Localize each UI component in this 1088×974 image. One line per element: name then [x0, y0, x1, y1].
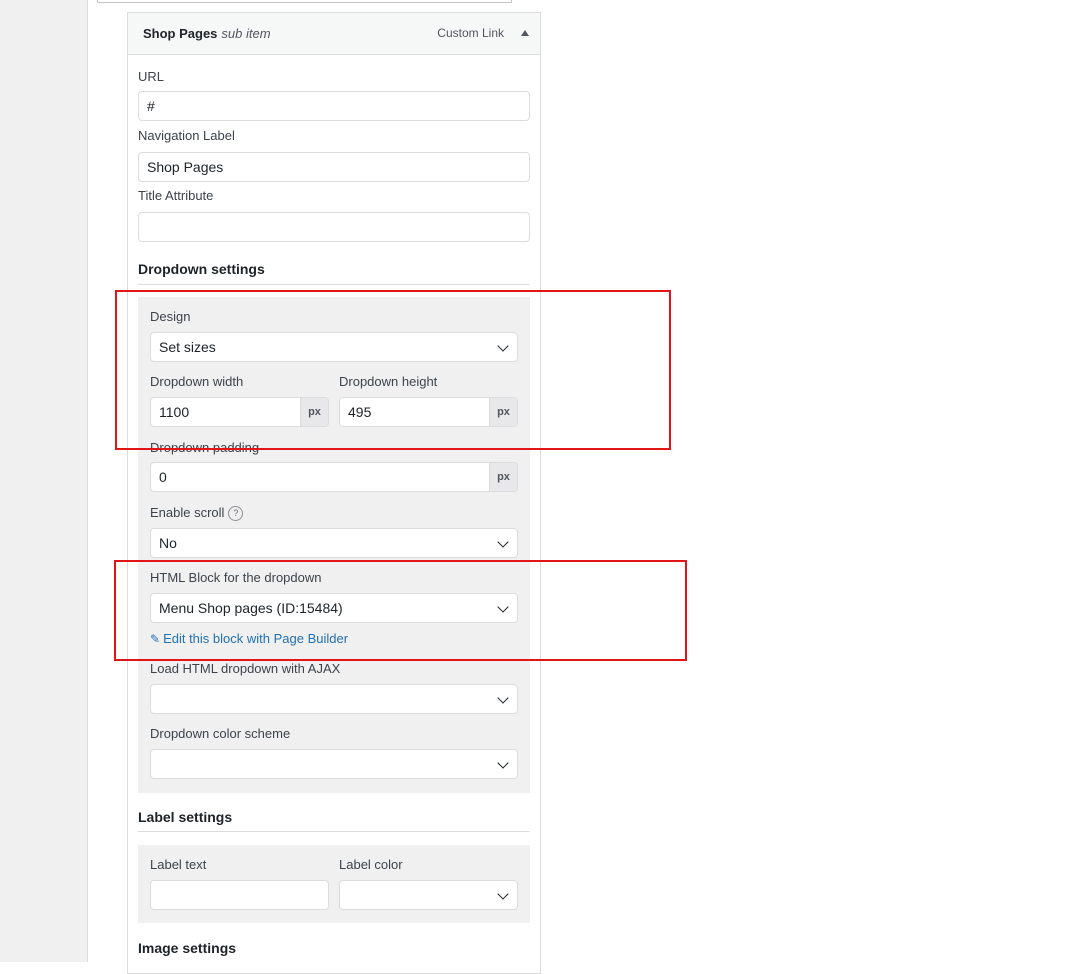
collapse-arrow-icon[interactable] — [521, 30, 529, 36]
design-select-value: Set sizes — [159, 339, 216, 355]
pencil-icon: ✎ — [150, 632, 161, 646]
dropdown-height-input[interactable]: 495 px — [339, 397, 518, 427]
color-scheme-select[interactable] — [150, 749, 518, 779]
nav-label-input[interactable]: Shop Pages — [138, 152, 530, 182]
label-color-select[interactable] — [339, 880, 518, 910]
ajax-label: Load HTML dropdown with AJAX — [150, 661, 341, 676]
menu-item-subtitle: sub item — [221, 26, 271, 41]
chevron-down-icon — [497, 601, 509, 613]
color-scheme-label: Dropdown color scheme — [150, 726, 291, 741]
dropdown-width-label: Dropdown width — [150, 374, 244, 389]
enable-scroll-label-text: Enable scroll — [150, 505, 225, 520]
url-input[interactable]: # — [138, 91, 530, 121]
chevron-down-icon — [497, 757, 509, 769]
help-icon[interactable]: ? — [228, 506, 244, 522]
section-divider — [138, 284, 530, 285]
edit-block-link[interactable]: ✎ Edit this block with Page Builder — [150, 631, 348, 646]
design-label: Design — [150, 309, 191, 324]
url-label: URL — [138, 69, 165, 84]
menu-item-header[interactable]: Shop Pages sub item Custom Link — [128, 13, 540, 55]
menu-item-title: Shop Pages sub item — [143, 26, 271, 41]
chevron-down-icon — [497, 536, 509, 548]
label-text-input[interactable] — [150, 880, 329, 910]
image-settings-heading: Image settings — [138, 940, 237, 956]
dropdown-width-value: 1100 — [159, 404, 190, 420]
enable-scroll-label: Enable scroll? — [150, 505, 244, 522]
enable-scroll-select[interactable]: No — [150, 528, 518, 558]
title-attribute-input[interactable] — [138, 212, 530, 242]
dropdown-height-label: Dropdown height — [339, 374, 438, 389]
html-block-value: Menu Shop pages (ID:15484) — [159, 600, 343, 616]
previous-menu-item — [97, 0, 512, 3]
px-unit-addon: px — [300, 398, 328, 426]
dropdown-height-value: 495 — [348, 404, 372, 420]
px-unit-addon: px — [489, 463, 517, 491]
admin-sidebar-area — [0, 0, 88, 962]
label-color-label: Label color — [339, 857, 403, 872]
section-divider — [138, 831, 530, 832]
title-attribute-label: Title Attribute — [138, 188, 214, 203]
label-text-label: Label text — [150, 857, 207, 872]
label-settings-heading: Label settings — [138, 809, 233, 825]
design-select[interactable]: Set sizes — [150, 332, 518, 362]
dropdown-width-input[interactable]: 1100 px — [150, 397, 329, 427]
dropdown-settings-heading: Dropdown settings — [138, 261, 265, 277]
menu-item-title-text: Shop Pages — [143, 26, 218, 41]
dropdown-padding-label: Dropdown padding — [150, 440, 260, 455]
edit-block-link-text: Edit this block with Page Builder — [163, 631, 349, 646]
html-block-select[interactable]: Menu Shop pages (ID:15484) — [150, 593, 518, 623]
chevron-down-icon — [497, 692, 509, 704]
html-block-label: HTML Block for the dropdown — [150, 570, 322, 585]
px-unit-addon: px — [489, 398, 517, 426]
menu-item-settings: Shop Pages sub item Custom Link URL # Nav… — [127, 12, 541, 974]
menu-item-type: Custom Link — [437, 26, 504, 40]
dropdown-padding-input[interactable]: 0 px — [150, 462, 518, 492]
enable-scroll-value: No — [159, 535, 177, 551]
nav-label-label: Navigation Label — [138, 128, 235, 143]
chevron-down-icon — [497, 340, 509, 352]
ajax-select[interactable] — [150, 684, 518, 714]
chevron-down-icon — [497, 888, 509, 900]
dropdown-padding-value: 0 — [159, 469, 167, 485]
